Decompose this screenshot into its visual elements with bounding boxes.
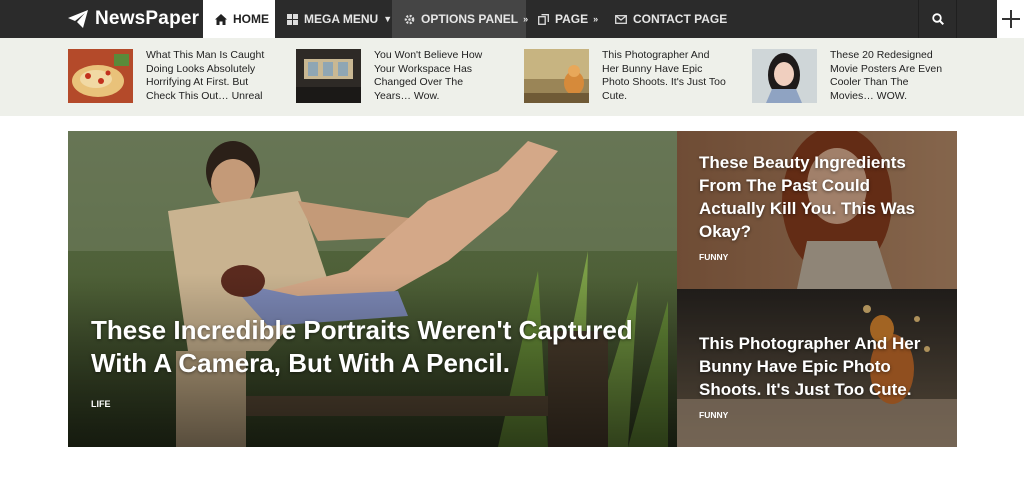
nav-contact-page[interactable]: CONTACT PAGE [603, 0, 733, 38]
add-button[interactable] [997, 0, 1024, 38]
side-top-title[interactable]: These Beauty Ingredients From The Past C… [699, 151, 939, 243]
strip-headline[interactable]: This Photographer And Her Bunny Have Epi… [602, 49, 727, 103]
strip-headline[interactable]: These 20 Redesigned Movie Posters Are Ev… [830, 49, 955, 103]
nav-page[interactable]: PAGE » [526, 0, 603, 38]
caret-down-icon: ▼ [383, 14, 393, 24]
thumbnail-workspace [296, 49, 361, 103]
strip-item[interactable]: These 20 Redesigned Movie Posters Are Ev… [752, 49, 955, 103]
top-navbar: NewsPaper HOME MEGA MENU ▼ OPTIONS PANEL… [0, 0, 1024, 38]
featured-title[interactable]: These Incredible Portraits Weren't Captu… [91, 314, 651, 380]
paper-plane-icon [68, 10, 88, 28]
featured-article-main[interactable]: These Incredible Portraits Weren't Captu… [68, 131, 677, 447]
double-chevron-right-icon: » [593, 14, 599, 24]
nav-home-label: HOME [233, 12, 269, 26]
thumbnail-food [68, 49, 133, 103]
gear-icon [404, 14, 415, 25]
nav-options-panel-label: OPTIONS PANEL [421, 12, 519, 26]
plus-icon [1001, 10, 1020, 28]
site-logo[interactable]: NewsPaper [68, 0, 199, 38]
nav-mega-menu-label: MEGA MENU [304, 12, 379, 26]
windows-icon [287, 13, 298, 25]
featured-article-side-bottom[interactable]: This Photographer And Her Bunny Have Epi… [677, 289, 957, 447]
category-label[interactable]: FUNNY [699, 252, 728, 262]
side-bottom-title[interactable]: This Photographer And Her Bunny Have Epi… [699, 332, 939, 401]
home-icon [215, 13, 227, 25]
strip-headline[interactable]: What This Man Is Caught Doing Looks Abso… [146, 49, 271, 103]
nav-mega-menu[interactable]: MEGA MENU ▼ [275, 0, 392, 38]
site-name: NewsPaper [95, 8, 200, 29]
copy-icon [538, 13, 549, 25]
nav-contact-page-label: CONTACT PAGE [633, 12, 728, 26]
search-icon [931, 13, 944, 25]
strip-item[interactable]: What This Man Is Caught Doing Looks Abso… [68, 49, 271, 103]
news-ticker-strip: What This Man Is Caught Doing Looks Abso… [0, 38, 1024, 116]
nav-page-label: PAGE [555, 12, 589, 26]
strip-item[interactable]: You Won't Believe How Your Workspace Has… [296, 49, 499, 103]
category-label[interactable]: FUNNY [699, 410, 728, 420]
thumbnail-bunny [524, 49, 589, 103]
envelope-icon [615, 14, 627, 24]
featured-article-side-top[interactable]: These Beauty Ingredients From The Past C… [677, 131, 957, 289]
nav-spacer [957, 0, 997, 38]
search-button[interactable] [918, 0, 957, 38]
category-label[interactable]: LIFE [91, 399, 111, 409]
strip-item[interactable]: This Photographer And Her Bunny Have Epi… [524, 49, 727, 103]
featured-image [68, 131, 677, 447]
thumbnail-portrait [752, 49, 817, 103]
strip-headline[interactable]: You Won't Believe How Your Workspace Has… [374, 49, 499, 103]
nav-home[interactable]: HOME [203, 0, 275, 38]
nav-options-panel[interactable]: OPTIONS PANEL » [392, 0, 528, 38]
